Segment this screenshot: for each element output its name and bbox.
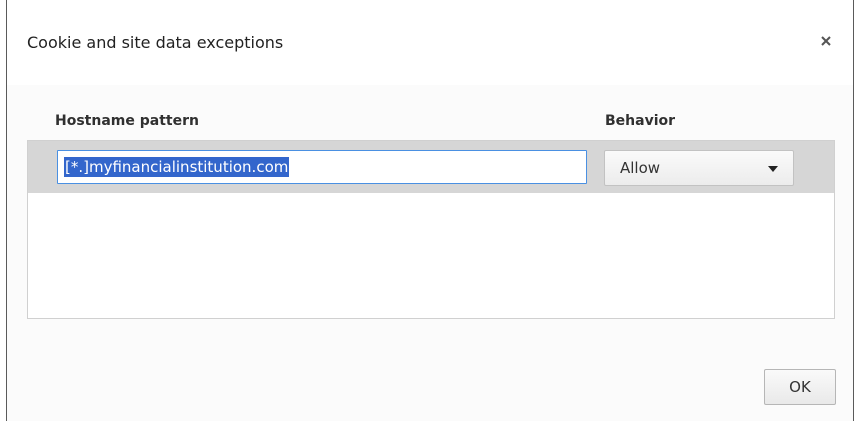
dropdown-arrow-icon — [768, 166, 778, 172]
list-row-selected[interactable]: [*.]myfinancialinstitution.com Allow — [28, 141, 834, 193]
exceptions-list: [*.]myfinancialinstitution.com Allow — [27, 140, 835, 319]
ok-button[interactable]: OK — [764, 369, 836, 405]
hostname-pattern-selected-text: [*.]myfinancialinstitution.com — [64, 157, 290, 177]
behavior-select-value: Allow — [620, 159, 661, 177]
close-icon[interactable] — [819, 33, 833, 47]
behavior-select[interactable]: Allow — [604, 150, 794, 186]
hostname-pattern-input[interactable]: [*.]myfinancialinstitution.com — [57, 150, 587, 184]
close-icon-glyph — [821, 36, 831, 46]
column-header-hostname: Hostname pattern — [55, 113, 199, 129]
column-header-behavior: Behavior — [605, 113, 676, 129]
dialog-title: Cookie and site data exceptions — [27, 33, 284, 52]
cookie-exceptions-dialog: Cookie and site data exceptions Hostname… — [6, 0, 854, 421]
